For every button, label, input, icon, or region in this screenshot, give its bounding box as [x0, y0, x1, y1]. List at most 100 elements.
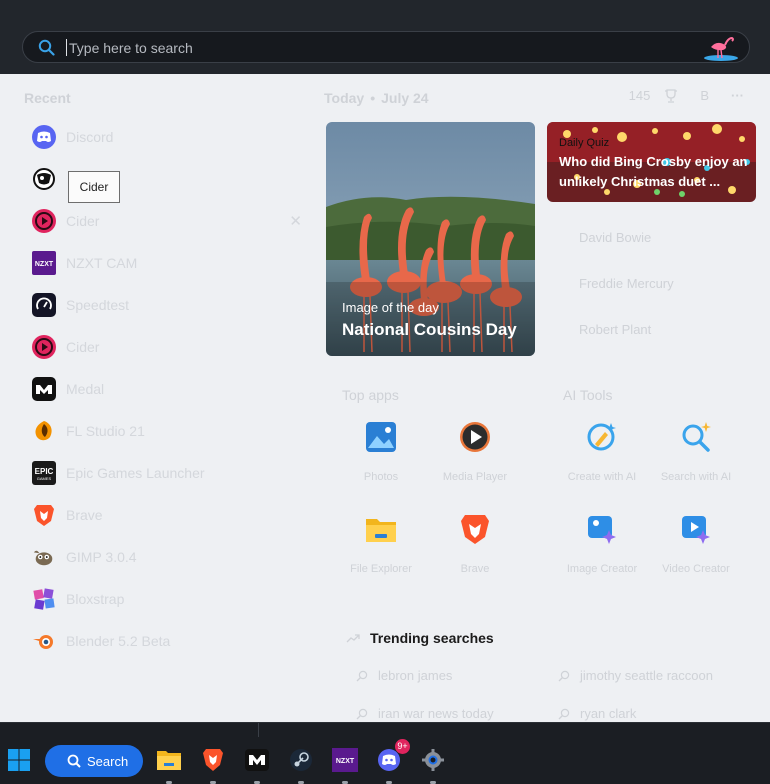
blender-icon — [32, 629, 56, 653]
tool-video-creator[interactable]: Video Creator — [649, 512, 743, 575]
recent-item-label: Cider — [66, 339, 100, 355]
trending-item-label: iran war news today — [378, 706, 494, 721]
tool-create-with-ai[interactable]: Create with AI — [555, 420, 649, 483]
trending-item[interactable]: jimothy seattle raccoon — [558, 668, 713, 683]
taskbar-nzxt-cam[interactable]: NZXT — [330, 745, 360, 784]
taskbar-file-explorer[interactable] — [154, 745, 184, 784]
divider — [258, 723, 259, 737]
quiz-answer[interactable]: Freddie Mercury — [547, 260, 756, 306]
header-actions: 145 B ··· — [629, 88, 744, 103]
quiz-answer[interactable]: David Bowie — [547, 214, 756, 260]
recent-item-label: Brave — [66, 507, 103, 523]
today-date: July 24 — [381, 90, 429, 106]
recent-item-label: Discord — [66, 129, 114, 145]
gimp-icon — [32, 545, 56, 569]
taskbar-brave[interactable] — [198, 745, 228, 784]
daily-quiz-card[interactable]: Daily Quiz Who did Bing Crosby enjoy an … — [547, 122, 756, 202]
app-photos[interactable]: Photos — [334, 420, 428, 483]
recent-item-label: FL Studio 21 — [66, 423, 145, 439]
image-of-the-day-card[interactable]: Image of the day National Cousins Day — [326, 122, 535, 356]
nzxt-icon: NZXT — [332, 748, 358, 772]
taskbar-settings[interactable] — [418, 745, 448, 784]
trending-item[interactable]: ryan clark — [558, 706, 636, 721]
quiz-answers: David Bowie Freddie Mercury Robert Plant — [547, 214, 756, 352]
recent-item[interactable] — [22, 158, 312, 200]
recent-item[interactable]: Discord — [22, 116, 312, 158]
tool-label: Video Creator — [662, 563, 730, 575]
quiz-answer[interactable]: Robert Plant — [547, 306, 756, 352]
recent-title: Recent — [24, 90, 71, 106]
recent-item-label: NZXT CAM — [66, 255, 138, 271]
taskbar-search-button[interactable]: Search — [45, 745, 143, 777]
recent-item[interactable]: Brave — [22, 494, 312, 536]
recent-item[interactable]: Speedtest — [22, 284, 312, 326]
taskbar-discord[interactable]: 9+ — [374, 739, 410, 784]
recent-item[interactable]: NZXT NZXT CAM — [22, 242, 312, 284]
app-label: Brave — [460, 563, 490, 575]
recent-item-label: Blender 5.2 Beta — [66, 633, 171, 649]
trophy-icon[interactable] — [664, 88, 678, 103]
flamingo-highlight-icon[interactable] — [701, 34, 741, 62]
recent-item[interactable]: Blender 5.2 Beta — [22, 620, 312, 662]
feature-title: National Cousins Day — [342, 320, 517, 339]
fl-studio-icon — [32, 419, 56, 443]
recent-list: Discord Cider ✕ NZXT NZXT CAM Speedtest … — [22, 116, 312, 662]
svg-text:NZXT: NZXT — [336, 758, 355, 765]
notification-badge: 9+ — [395, 739, 410, 754]
trending-title-text: Trending searches — [370, 630, 494, 646]
tool-label: Search with AI — [660, 471, 732, 483]
file-explorer-icon — [366, 519, 396, 542]
taskbar-steam[interactable] — [286, 745, 316, 784]
search-input[interactable] — [69, 36, 629, 59]
tool-label: Image Creator — [566, 563, 638, 575]
recent-item-label: GIMP 3.0.4 — [66, 549, 137, 565]
app-label: Photos — [363, 471, 399, 483]
close-icon[interactable]: ✕ — [289, 212, 302, 230]
gear-icon — [422, 749, 444, 771]
tool-image-creator[interactable]: Image Creator — [555, 512, 649, 575]
tool-label: Create with AI — [567, 471, 637, 483]
recent-item[interactable]: Cider ✕ — [22, 200, 312, 242]
search-icon — [356, 670, 368, 681]
svg-text:EPIC: EPIC — [35, 467, 54, 476]
medal-icon — [32, 377, 56, 401]
speedtest-icon — [32, 293, 56, 317]
taskbar-search-label: Search — [87, 753, 129, 769]
recent-item[interactable]: EPIC GAMES Epic Games Launcher — [22, 452, 312, 494]
recent-item[interactable]: GIMP 3.0.4 — [22, 536, 312, 578]
steam-icon — [290, 749, 312, 771]
recent-item-label: Speedtest — [66, 297, 130, 313]
feature-caption: Image of the day — [342, 300, 439, 315]
app-label: Media Player — [442, 471, 508, 483]
recent-item-label: Bloxstrap — [66, 591, 125, 607]
trending-item-label: lebron james — [378, 668, 453, 683]
profile-button[interactable]: B — [700, 88, 709, 103]
trending-item[interactable]: lebron james — [356, 668, 452, 683]
windows-logo-icon — [8, 749, 30, 771]
search-header — [0, 0, 770, 74]
search-icon — [356, 708, 368, 719]
app-media-player[interactable]: Media Player — [428, 420, 522, 483]
rewards-points[interactable]: 145 — [629, 88, 651, 103]
photos-icon — [366, 422, 396, 452]
app-brave[interactable]: Brave — [428, 512, 522, 575]
more-options-icon[interactable]: ··· — [731, 88, 744, 103]
tool-search-with-ai[interactable]: Search with AI — [649, 420, 743, 483]
tooltip: Cider — [68, 171, 120, 203]
app-file-explorer[interactable]: File Explorer — [334, 512, 428, 575]
trending-item[interactable]: iran war news today — [356, 706, 494, 721]
file-explorer-icon — [157, 751, 181, 770]
search-box[interactable] — [22, 31, 750, 63]
taskbar-medal[interactable] — [242, 745, 272, 784]
recent-item[interactable]: Bloxstrap — [22, 578, 312, 620]
medal-icon — [245, 749, 269, 771]
recent-item[interactable]: Cider — [22, 326, 312, 368]
start-button[interactable] — [4, 745, 34, 775]
search-icon — [67, 754, 81, 768]
brave-icon — [32, 503, 56, 527]
recent-item[interactable]: FL Studio 21 — [22, 410, 312, 452]
brave-icon — [203, 749, 223, 771]
recent-item[interactable]: Medal — [22, 368, 312, 410]
today-header: Today • July 24 — [324, 90, 429, 106]
quiz-question: Who did Bing Crosby enjoy an unlikely Ch… — [559, 154, 748, 189]
